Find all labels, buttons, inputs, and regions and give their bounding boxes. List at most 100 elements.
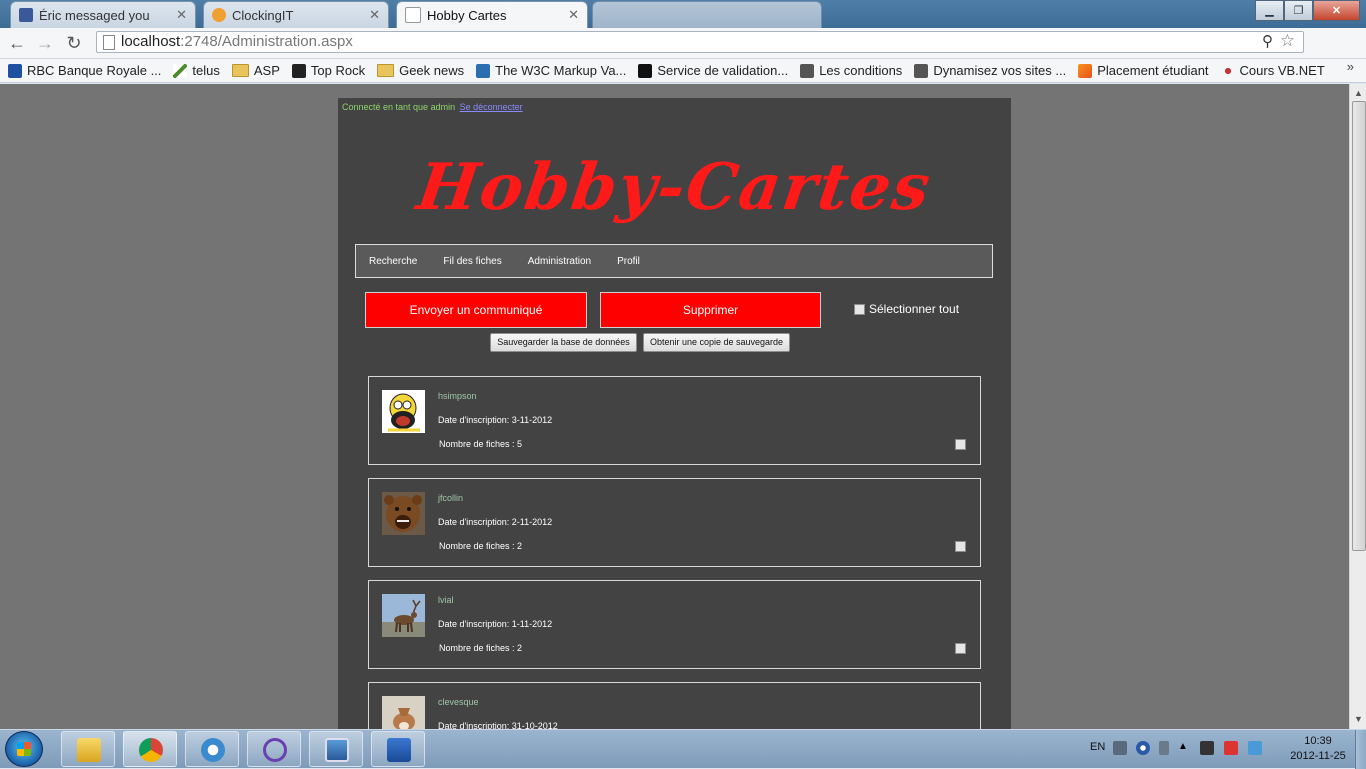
- user-select-checkbox[interactable]: [955, 541, 966, 552]
- menu-item-recherche[interactable]: Recherche: [369, 256, 417, 267]
- menu-item-profil[interactable]: Profil: [617, 256, 640, 267]
- bookmark-validation-service[interactable]: Service de validation...: [638, 63, 788, 78]
- bookmark-placement[interactable]: Placement étudiant: [1078, 63, 1209, 78]
- close-tab-icon[interactable]: ✕: [369, 7, 380, 23]
- bookmark-label: Dynamisez vos sites ...: [933, 63, 1067, 78]
- facebook-icon: [19, 8, 33, 22]
- site-icon: [914, 63, 929, 78]
- user-select-checkbox[interactable]: [955, 439, 966, 450]
- back-button[interactable]: ←: [6, 32, 28, 54]
- bookmark-cours-vbnet[interactable]: Cours VB.NET: [1220, 63, 1325, 78]
- tab-clockingit[interactable]: ClockingIT ✕: [203, 1, 389, 28]
- tab-facebook[interactable]: Éric messaged you ✕: [10, 1, 196, 28]
- avatar: [382, 696, 425, 729]
- close-tab-icon[interactable]: ✕: [568, 7, 579, 23]
- w3c-icon: [476, 63, 491, 78]
- bookmark-folder-asp[interactable]: ASP: [231, 63, 280, 78]
- close-tab-icon[interactable]: ✕: [176, 7, 187, 23]
- bookmark-label: Les conditions: [819, 63, 903, 78]
- username[interactable]: jfcollin: [438, 493, 463, 503]
- taskbar-word[interactable]: [371, 731, 425, 767]
- bookmark-dynamisez[interactable]: Dynamisez vos sites ...: [914, 63, 1066, 78]
- close-window-button[interactable]: ✕: [1313, 0, 1360, 21]
- username[interactable]: clevesque: [438, 697, 479, 707]
- page-icon: [405, 7, 421, 23]
- logout-link[interactable]: Se déconnecter: [460, 102, 523, 112]
- taskbar-explorer[interactable]: [61, 731, 115, 767]
- maximize-button[interactable]: ❐: [1284, 0, 1313, 21]
- url-path: :2748/Administration.aspx: [180, 33, 353, 50]
- registration-date: Date d'inscription: 31-10-2012: [438, 721, 558, 729]
- taskbar-chrome[interactable]: [123, 731, 177, 767]
- tab-title: ClockingIT: [232, 7, 294, 23]
- menu-item-fil-des-fiches[interactable]: Fil des fiches: [443, 256, 501, 267]
- windows-taskbar: EN ▲ 10:39 2012-11-25: [0, 729, 1366, 769]
- show-desktop-button[interactable]: [1355, 730, 1366, 769]
- show-hidden-icons-icon[interactable]: ▲: [1178, 741, 1192, 755]
- scroll-up-arrow-icon[interactable]: ▲: [1354, 88, 1363, 98]
- bookmark-top-rock[interactable]: Top Rock: [291, 63, 365, 78]
- vertical-scrollbar[interactable]: ▲ ▼: [1349, 84, 1366, 729]
- bookmark-folder-geek-news[interactable]: Geek news: [377, 63, 464, 78]
- send-communique-button[interactable]: Envoyer un communiqué: [365, 292, 587, 328]
- bookmark-w3c-validator[interactable]: The W3C Markup Va...: [476, 63, 626, 78]
- tab-hobby-cartes[interactable]: Hobby Cartes ✕: [396, 1, 588, 28]
- tab-title: Hobby Cartes: [427, 7, 507, 23]
- card-count: Nombre de fiches : 2: [439, 541, 523, 551]
- taskbar-app[interactable]: [185, 731, 239, 767]
- username[interactable]: lvial: [438, 595, 454, 605]
- clock-icon: [212, 8, 226, 22]
- bookmark-label: ASP: [253, 63, 280, 78]
- bookmark-label: Geek news: [399, 63, 465, 78]
- keyboard-icon[interactable]: [1113, 741, 1127, 755]
- bookmark-label: The W3C Markup Va...: [495, 63, 627, 78]
- dropbox-icon[interactable]: [1248, 741, 1262, 755]
- action-center-icon[interactable]: [1224, 741, 1238, 755]
- taskbar-visual-studio[interactable]: [247, 731, 301, 767]
- avatar: [382, 492, 425, 535]
- user-select-checkbox[interactable]: [955, 643, 966, 654]
- get-backup-copy-button[interactable]: Obtenir une copie de sauvegarde: [643, 333, 790, 352]
- registration-date: Date d'inscription: 3-11-2012: [438, 415, 553, 425]
- address-bar[interactable]: localhost:2748/Administration.aspx ⚲ ☆: [96, 31, 1304, 53]
- scrollbar-thumb[interactable]: [1352, 101, 1366, 551]
- select-all[interactable]: Sélectionner tout: [854, 302, 959, 316]
- start-button[interactable]: [5, 731, 43, 767]
- username[interactable]: hsimpson: [438, 391, 477, 401]
- bookmark-conditions[interactable]: Les conditions: [800, 63, 902, 78]
- avatar: [382, 594, 425, 637]
- app-icon: [201, 738, 225, 762]
- bookmark-telus[interactable]: telus: [173, 63, 220, 78]
- minimize-button[interactable]: ▁: [1255, 0, 1284, 21]
- bookmark-star-icon[interactable]: ☆: [1280, 31, 1295, 51]
- scroll-down-arrow-icon[interactable]: ▼: [1354, 714, 1363, 724]
- bookmark-rbc[interactable]: RBC Banque Royale ...: [8, 63, 161, 78]
- top-rock-icon: [291, 63, 306, 78]
- language-bar-icon[interactable]: [1159, 741, 1169, 755]
- taskbar-remote-desktop[interactable]: [309, 731, 363, 767]
- search-icon[interactable]: ⚲: [1262, 32, 1273, 52]
- site-logo: Hobby-Cartes: [412, 150, 937, 225]
- clock-date: 2012-11-25: [1290, 750, 1346, 762]
- language-indicator[interactable]: EN: [1090, 741, 1105, 753]
- menu-item-administration[interactable]: Administration: [528, 256, 591, 267]
- reload-button[interactable]: ↻: [63, 32, 85, 54]
- main-menu: Recherche Fil des fiches Administration …: [355, 244, 993, 278]
- system-clock[interactable]: 10:39 2012-11-25: [1286, 734, 1350, 764]
- bookmark-label: telus: [192, 63, 220, 78]
- page-container: Connecté en tant que admin Se déconnecte…: [338, 98, 1011, 729]
- url-host: localhost: [121, 33, 181, 50]
- help-icon[interactable]: [1136, 741, 1150, 755]
- word-icon: [387, 738, 411, 762]
- rbc-icon: [8, 63, 22, 78]
- delete-button[interactable]: Supprimer: [600, 292, 821, 328]
- background-window-tab: [592, 1, 822, 28]
- device-icon[interactable]: [1200, 741, 1214, 755]
- telus-icon: [173, 63, 188, 78]
- select-all-checkbox[interactable]: [854, 303, 865, 315]
- user-card: lvial Date d'inscription: 1-11-2012 Nomb…: [368, 580, 981, 669]
- bookmarks-overflow-button[interactable]: »: [1347, 59, 1354, 74]
- backup-database-button[interactable]: Sauvegarder la base de données: [490, 333, 637, 352]
- tab-title: Éric messaged you: [39, 7, 150, 23]
- forward-button[interactable]: →: [34, 32, 56, 54]
